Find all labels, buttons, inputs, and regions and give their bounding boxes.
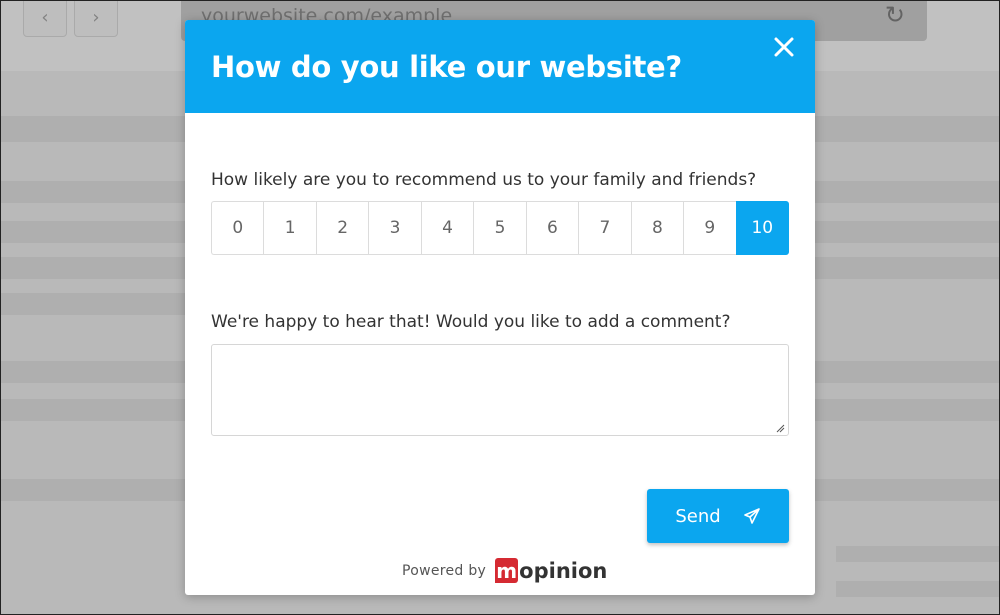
scale-option-4[interactable]: 4 (420, 201, 474, 255)
survey-modal: How do you like our website? How likely … (185, 20, 815, 595)
scale-option-0[interactable]: 0 (211, 201, 264, 255)
resize-grip-icon[interactable] (775, 423, 785, 433)
scale-option-1[interactable]: 1 (263, 201, 316, 255)
mopinion-logo-text: opinion (519, 558, 608, 583)
comment-question: We're happy to hear that! Would you like… (211, 312, 731, 332)
modal-header: How do you like our website? (185, 20, 815, 113)
scale-option-3[interactable]: 3 (368, 201, 421, 255)
recommend-question: How likely are you to recommend us to yo… (211, 170, 757, 190)
scale-option-2[interactable]: 2 (315, 201, 369, 255)
mopinion-logo-mark: m (495, 558, 519, 583)
send-label: Send (675, 505, 721, 527)
scale-option-5[interactable]: 5 (473, 201, 526, 255)
nps-scale: 0 1 2 3 4 5 6 7 8 9 10 (211, 201, 789, 255)
powered-by-text: Powered by (402, 562, 487, 579)
powered-by: Powered by m opinion (402, 558, 607, 583)
scale-option-7[interactable]: 7 (578, 201, 631, 255)
paper-plane-icon (743, 508, 760, 524)
scale-option-8[interactable]: 8 (630, 201, 684, 255)
scale-option-10[interactable]: 10 (735, 201, 789, 255)
modal-title: How do you like our website? (211, 50, 682, 84)
comment-field[interactable] (211, 344, 789, 436)
scale-option-9[interactable]: 9 (683, 201, 736, 255)
scale-option-6[interactable]: 6 (525, 201, 579, 255)
close-icon (774, 37, 794, 57)
mopinion-logo[interactable]: m opinion (495, 558, 607, 583)
send-button[interactable]: Send (647, 489, 789, 543)
close-button[interactable] (771, 34, 797, 60)
